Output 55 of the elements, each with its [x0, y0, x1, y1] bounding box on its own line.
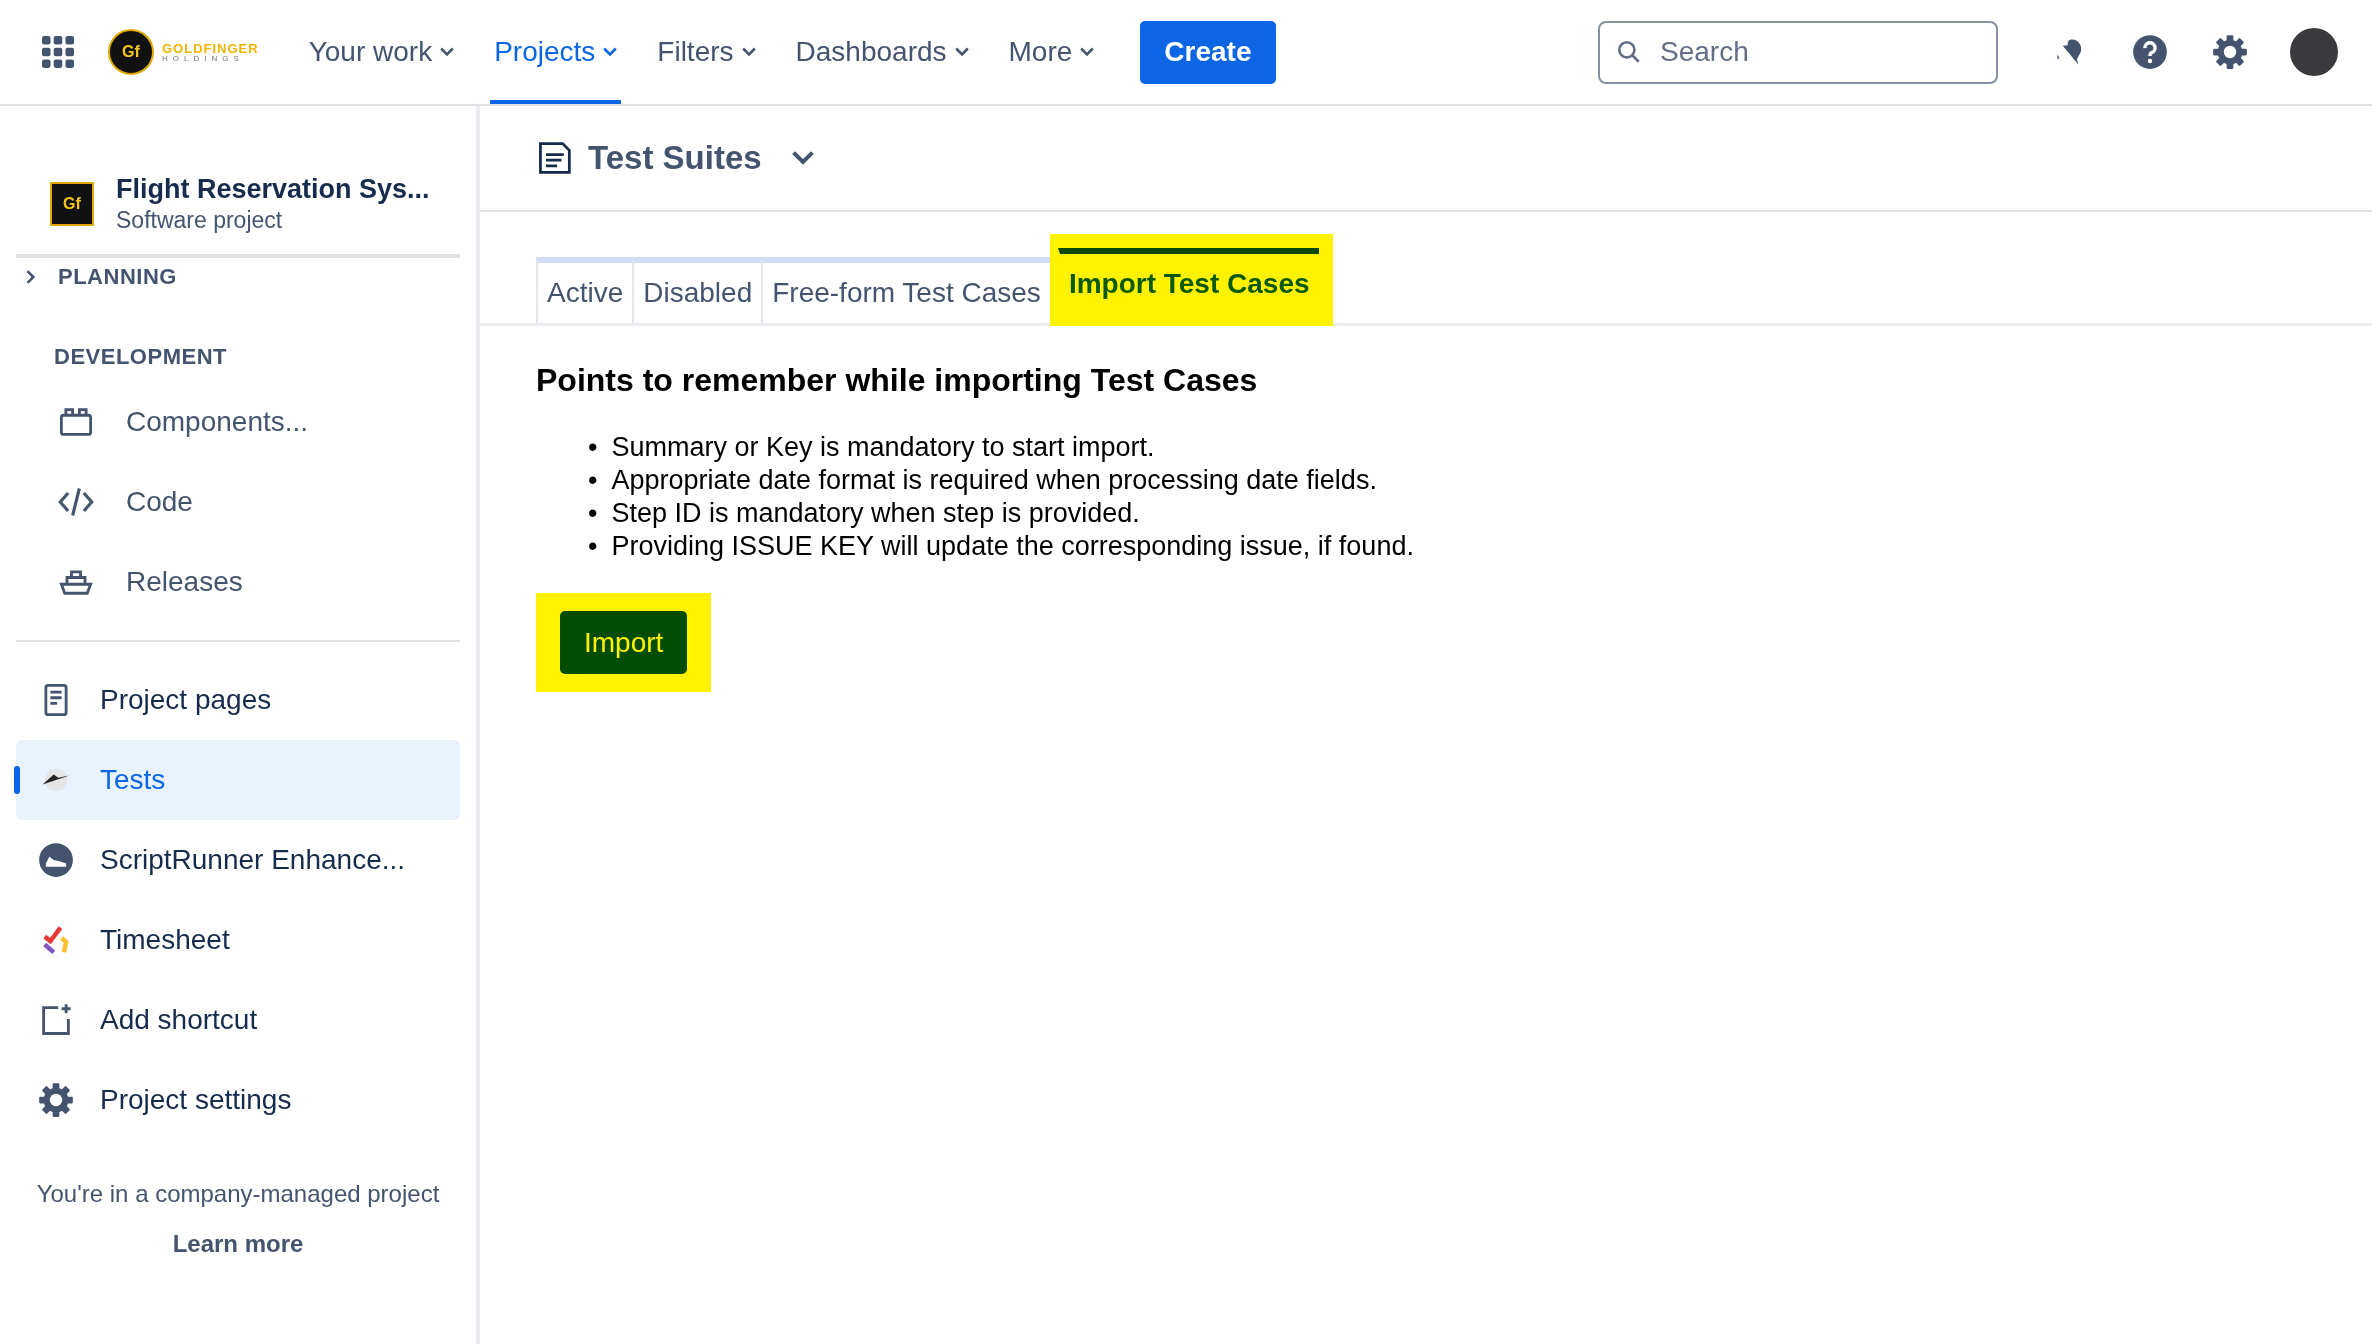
nav-menu[interactable]: Dashboards [791, 0, 973, 104]
chevron-down-icon [741, 47, 756, 57]
tab[interactable]: Free-form Test Cases [761, 257, 1050, 323]
bullet-marker: • [588, 497, 598, 530]
sidebar-item[interactable]: ScriptRunner Enhance... [16, 820, 460, 900]
sidebar-item[interactable]: Tests [16, 740, 460, 820]
footer-note: You're in a company-managed project [35, 1180, 441, 1208]
sneaker-icon [38, 842, 74, 878]
logo-name: GOLDFINGER [162, 41, 259, 55]
sidebar-item[interactable]: Releases [16, 542, 460, 622]
company-logo[interactable]: Gf GOLDFINGER HOLDINGS [108, 29, 259, 75]
tab[interactable]: Disabled [632, 257, 762, 323]
nav-menu[interactable]: Projects [490, 0, 622, 104]
user-avatar[interactable] [2290, 28, 2338, 76]
help-icon[interactable] [2132, 34, 2168, 70]
learn-more-link[interactable]: Learn more [172, 1230, 304, 1258]
sidebar-item[interactable]: Project pages [16, 660, 460, 740]
sidebar-item[interactable]: Code [16, 462, 460, 542]
nav-menu[interactable]: Your work [304, 0, 459, 104]
bullet-marker: • [588, 530, 598, 563]
chevron-down-icon [954, 47, 969, 57]
project-avatar: Gf [50, 182, 94, 226]
sidebar-item[interactable]: Add shortcut [16, 980, 460, 1060]
bullet-marker: • [588, 464, 598, 497]
bullet-point: Summary or Key is mandatory to start import. [611, 431, 1155, 464]
bullet-point: Providing ISSUE KEY will update the corresponding issue, if found. [611, 530, 1414, 563]
chevron-down-icon [603, 47, 618, 57]
chevron-down-icon[interactable] [791, 151, 814, 165]
section-heading: Points to remember while importing Test Cases [536, 362, 1259, 399]
tab[interactable]: Active [536, 257, 633, 323]
project-type: Software project [116, 207, 284, 234]
bullet-point: Step ID is mandatory when step is provided. [611, 497, 1140, 530]
section-heading: DEVELOPMENT [54, 343, 227, 371]
logo-mark: Gf [108, 29, 154, 75]
chevron-down-icon [1080, 47, 1095, 57]
search-field[interactable]: Search [1598, 20, 1998, 84]
page-title: Test Suites [588, 139, 762, 177]
sidebar-item[interactable]: Timesheet [16, 900, 460, 980]
project-name: Flight Reservation Sys... [116, 174, 430, 205]
create-button[interactable]: Create [1140, 20, 1276, 84]
chevron-down-icon [440, 47, 455, 57]
settings-icon[interactable] [2212, 34, 2248, 70]
bullet-marker: • [588, 431, 598, 464]
logo-tagline: HOLDINGS [162, 54, 245, 63]
settings-icon [38, 1082, 74, 1118]
import-button[interactable]: Import [560, 611, 688, 674]
chevron-right-icon [26, 270, 36, 284]
search-icon [1616, 38, 1642, 65]
nav-menu[interactable]: More [1004, 0, 1099, 104]
nav-menu[interactable]: Filters [653, 0, 760, 104]
section-toggle[interactable]: PLANNING [26, 262, 177, 292]
sidebar-item[interactable]: Project settings [16, 1060, 460, 1140]
bullet-point: Appropriate date format is required when processing date fields. [611, 464, 1377, 497]
sidebar-item[interactable]: Components... [16, 382, 460, 462]
app-grid-icon[interactable] [42, 36, 74, 68]
